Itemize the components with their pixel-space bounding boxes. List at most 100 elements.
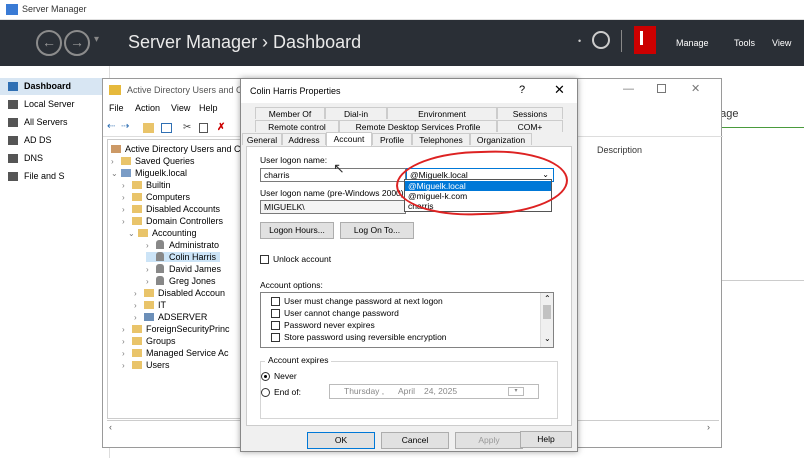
tree-item[interactable]: › Computers [122, 192, 190, 202]
tree-item[interactable]: › Disabled Accounts [122, 204, 220, 214]
back-icon[interactable]: ← [36, 30, 62, 56]
aduc-root-icon [111, 145, 121, 153]
never-radio[interactable] [261, 372, 270, 381]
logon-hours-button[interactable]: Logon Hours... [260, 222, 334, 239]
apply-button[interactable]: Apply [455, 432, 523, 449]
option-checkbox[interactable] [271, 321, 280, 330]
chevron-down-icon: ⌄ [111, 169, 118, 178]
copy-icon[interactable] [199, 123, 208, 133]
close-button[interactable]: ✕ [554, 82, 565, 98]
help-button[interactable]: ? [519, 84, 525, 96]
tab-member-of[interactable]: Member Of [255, 107, 325, 119]
tab-address[interactable]: Address [282, 133, 326, 145]
console-tree-icon[interactable] [161, 123, 172, 133]
chevron-right-icon: › [111, 157, 114, 166]
menu-view[interactable]: View [171, 103, 190, 113]
vertical-scrollbar[interactable]: ⌃ ⌄ [540, 293, 553, 347]
chevron-right-icon: › [122, 337, 125, 346]
tree-item[interactable]: › IT [134, 300, 166, 310]
account-expires-label: Account expires [265, 355, 332, 365]
end-of-radio[interactable] [261, 388, 270, 397]
tree-item[interactable]: › Domain Controllers [122, 216, 223, 226]
tab-sessions[interactable]: Sessions [497, 107, 563, 119]
tree-item[interactable]: › ForeignSecurityPrinc [122, 324, 230, 334]
menu-tools[interactable]: Tools [734, 38, 755, 48]
sidebar-item-all-servers[interactable]: All Servers [0, 114, 110, 131]
option-checkbox[interactable] [271, 309, 280, 318]
tab-rds-profile[interactable]: Remote Desktop Services Profile [339, 120, 497, 132]
scroll-right-icon[interactable]: › [707, 422, 710, 432]
tree-item[interactable]: ⌄ Accounting [128, 228, 197, 238]
account-options-list: User must change password at next logon … [260, 292, 554, 348]
folder-icon [132, 337, 142, 345]
tab-organization[interactable]: Organization [470, 133, 532, 145]
minimize-button[interactable]: — [623, 83, 634, 95]
tree-root[interactable]: Active Directory Users and C [111, 144, 241, 154]
menu-manage[interactable]: Manage [676, 38, 709, 48]
menu-help[interactable]: Help [199, 103, 218, 113]
tree-item[interactable]: › ADSERVER [134, 312, 207, 322]
pre2000-label: User logon name (pre-Windows 2000): [260, 188, 406, 198]
tree-item[interactable]: › Greg Jones [146, 276, 216, 286]
chevron-right-icon: › [122, 193, 125, 202]
tab-profile[interactable]: Profile [372, 133, 412, 145]
dropdown-icon[interactable]: • [578, 36, 581, 46]
tree-item[interactable]: › Disabled Accoun [134, 288, 225, 298]
tree-item[interactable]: › David James [146, 264, 221, 274]
log-on-to-button[interactable]: Log On To... [340, 222, 414, 239]
close-button[interactable]: ✕ [691, 82, 700, 95]
chevron-down-icon[interactable]: ▾ [94, 34, 99, 45]
tree-item[interactable]: › Administrato [146, 240, 219, 250]
menu-action[interactable]: Action [135, 103, 160, 113]
tree-item[interactable]: › Users [122, 360, 170, 370]
sidebar-item-dns[interactable]: DNS [0, 150, 110, 167]
tree-item[interactable]: › Managed Service Ac [122, 348, 229, 358]
help-dialog-button[interactable]: Help [520, 431, 572, 448]
scroll-down-icon[interactable]: ⌄ [544, 334, 551, 343]
server-manager-sidebar: Dashboard Local Server All Servers AD DS… [0, 66, 110, 458]
maximize-button[interactable] [657, 84, 666, 93]
tab-telephones[interactable]: Telephones [412, 133, 470, 145]
tree-item-selected[interactable]: Colin Harris [146, 252, 221, 262]
calendar-icon[interactable]: ▾ [508, 387, 524, 396]
tab-remote-control[interactable]: Remote control [255, 120, 339, 132]
scroll-left-icon[interactable]: ‹ [109, 422, 112, 432]
notifications-flag-icon[interactable] [634, 26, 656, 54]
ok-button[interactable]: OK [307, 432, 375, 449]
cancel-button[interactable]: Cancel [381, 432, 449, 449]
end-date-picker[interactable]: Thursday , April 24, 2025 ▾ [329, 384, 539, 399]
forward-icon[interactable]: ⇢ [121, 121, 129, 132]
tab-dial-in[interactable]: Dial-in [325, 107, 387, 119]
tab-account[interactable]: Account [326, 132, 372, 146]
sidebar-item-dashboard[interactable]: Dashboard [0, 78, 110, 95]
tab-com-plus[interactable]: COM+ [497, 120, 563, 132]
tree-item[interactable]: › Builtin [122, 180, 171, 190]
forward-icon[interactable]: → [64, 30, 90, 56]
tree-item[interactable]: › Saved Queries [111, 156, 195, 166]
chevron-right-icon: › [146, 265, 149, 274]
scroll-thumb[interactable] [543, 305, 551, 319]
tab-environment[interactable]: Environment [387, 107, 497, 119]
unlock-account-checkbox[interactable] [260, 255, 269, 264]
sidebar-item-file-storage[interactable]: File and S [0, 168, 110, 185]
tree-item[interactable]: ⌄ Miguelk.local [111, 168, 187, 178]
sidebar-item-ad-ds[interactable]: AD DS [0, 132, 110, 149]
delete-icon[interactable]: ✗ [217, 122, 225, 133]
tree-item[interactable]: › Groups [122, 336, 176, 346]
up-folder-icon[interactable] [143, 123, 154, 133]
option-checkbox[interactable] [271, 333, 280, 342]
sidebar-item-local-server[interactable]: Local Server [0, 96, 110, 113]
back-icon[interactable]: ⇠ [107, 121, 115, 132]
cut-icon[interactable]: ✂ [183, 122, 191, 133]
chevron-right-icon: › [134, 313, 137, 322]
menu-file[interactable]: File [109, 103, 124, 113]
scroll-up-icon[interactable]: ⌃ [544, 294, 551, 303]
option-checkbox[interactable] [271, 297, 280, 306]
refresh-icon[interactable] [592, 31, 610, 49]
column-header-description[interactable]: Description [597, 145, 642, 155]
option-label: Store password using reversible encrypti… [284, 332, 447, 342]
window-title: Server Manager [22, 4, 87, 14]
user-icon [156, 240, 164, 249]
menu-view[interactable]: View [772, 38, 791, 48]
tab-general[interactable]: General [242, 133, 282, 145]
